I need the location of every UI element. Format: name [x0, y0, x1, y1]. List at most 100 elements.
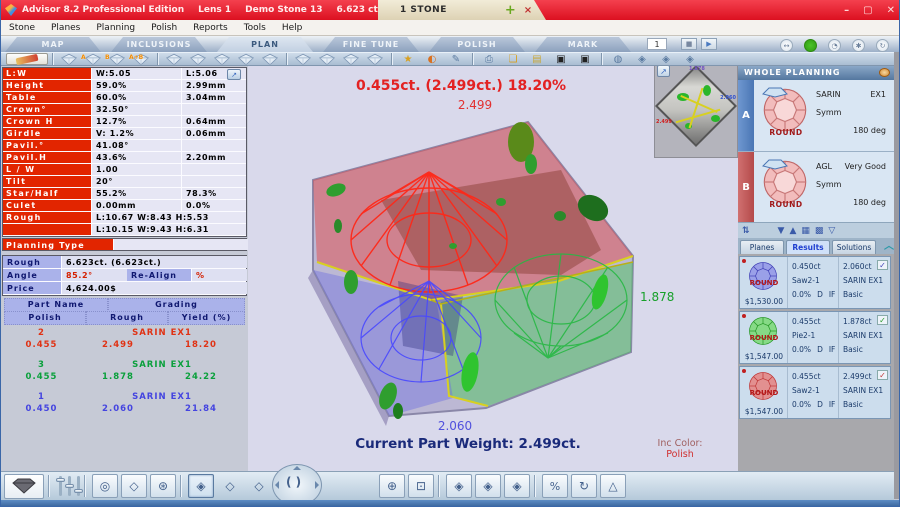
- approve-check-icon[interactable]: ✓: [877, 260, 888, 270]
- rotate-up-icon[interactable]: [293, 466, 301, 470]
- menu-item-planes[interactable]: Planes: [51, 23, 80, 33]
- filter-icon[interactable]: ▽: [828, 226, 835, 236]
- add-stone-icon[interactable]: +: [505, 3, 516, 18]
- print-icon[interactable]: ⎙: [477, 53, 501, 66]
- menu-item-tools[interactable]: Tools: [244, 23, 266, 33]
- plan-view-icon-8[interactable]: [234, 53, 258, 66]
- grading-row-a[interactable]: A ROUND SARIN EX1: [738, 80, 894, 151]
- plan-b-icon[interactable]: B: [105, 53, 129, 66]
- plan-view-icon-7[interactable]: [210, 53, 234, 66]
- tab-map[interactable]: MAP: [5, 37, 101, 52]
- girdle-view-button[interactable]: ◎: [92, 474, 118, 498]
- spin-icons[interactable]: ( ): [286, 475, 301, 489]
- measure-solution-icon[interactable]: ✎: [444, 53, 468, 66]
- plan-view-icon-5[interactable]: [162, 53, 186, 66]
- globe-icon[interactable]: ◍: [606, 53, 630, 66]
- compare-a-button[interactable]: ◈: [446, 474, 472, 498]
- tab-mark[interactable]: MARK: [535, 37, 631, 52]
- part-row[interactable]: 1SARIN EX10.4502.06021.84: [4, 392, 245, 414]
- collapse-panel-icon[interactable]: ︿: [884, 240, 894, 254]
- results-tab-solutions[interactable]: Solutions: [832, 240, 876, 254]
- side-view-button[interactable]: ◇: [217, 474, 243, 498]
- expand-table-button[interactable]: ↗: [227, 69, 241, 80]
- tab-fine-tune[interactable]: FINE TUNE: [323, 37, 419, 52]
- sort-icon[interactable]: ⇅: [742, 226, 750, 236]
- results-tab-results[interactable]: Results: [786, 240, 830, 254]
- close-stone-icon[interactable]: ×: [524, 5, 532, 16]
- display-sliders[interactable]: [59, 476, 80, 496]
- plan-view-icon-13[interactable]: [363, 53, 387, 66]
- rotate-button[interactable]: ↻: [876, 39, 889, 52]
- plan-view-icon-1[interactable]: [57, 53, 81, 66]
- compare-b-button[interactable]: ◈: [475, 474, 501, 498]
- view-a-icon[interactable]: ◈: [630, 53, 654, 66]
- collapse-all-icon[interactable]: ▼: [778, 226, 785, 236]
- menu-item-stone[interactable]: Stone: [9, 23, 35, 33]
- compare-c-button[interactable]: ◈: [504, 474, 530, 498]
- stop-button[interactable]: ■: [681, 38, 697, 50]
- plan-view-icon-6[interactable]: [186, 53, 210, 66]
- part-row[interactable]: 3SARIN EX10.4551.87824.22: [4, 360, 245, 382]
- plan-view-icon-12[interactable]: [339, 53, 363, 66]
- menu-item-help[interactable]: Help: [282, 23, 303, 33]
- panel-menu-icon[interactable]: [879, 68, 890, 77]
- price-tag-icon[interactable]: ❏: [501, 53, 525, 66]
- part-row[interactable]: 2SARIN EX10.4552.49918.20: [4, 328, 245, 350]
- solution-card[interactable]: ROUND$1,547.000.455ctSaw2-10.0%DIF2.499c…: [739, 366, 891, 419]
- stone-view-button[interactable]: [4, 474, 44, 499]
- small-grid-icon[interactable]: ▦: [801, 226, 810, 236]
- plan-counter[interactable]: 1: [647, 38, 667, 50]
- minimize-button[interactable]: –: [844, 5, 849, 16]
- tab-inclusions[interactable]: INCLUSIONS: [111, 37, 207, 52]
- menu-item-planning[interactable]: Planning: [96, 23, 135, 33]
- expand-all-icon[interactable]: ▲: [789, 226, 796, 236]
- star-solution-icon[interactable]: ★: [396, 53, 420, 66]
- stone-tab[interactable]: 1 STONE + ×: [378, 0, 546, 20]
- profile-view-button[interactable]: △: [600, 474, 626, 498]
- close-button[interactable]: ✕: [887, 5, 895, 16]
- saw-tool-button[interactable]: [6, 53, 48, 65]
- plan-view-icon-9[interactable]: [258, 53, 282, 66]
- solution-card[interactable]: ROUND$1,547.000.455ctPie2-10.0%DIF1.878c…: [739, 311, 891, 364]
- zoom-in-button[interactable]: ⊕: [379, 474, 405, 498]
- solution-card[interactable]: ROUND$1,530.000.450ctSaw2-10.0%DIF2.060c…: [739, 256, 891, 309]
- pavilion-view-button[interactable]: ⊛: [150, 474, 176, 498]
- recalculate-button[interactable]: ↻: [571, 474, 597, 498]
- large-grid-icon[interactable]: ▩: [815, 226, 824, 236]
- save-as-icon[interactable]: ▣: [573, 53, 597, 66]
- front-view-button[interactable]: ◈: [188, 474, 214, 498]
- grading-row-b[interactable]: B ROUND AGL Very Good: [738, 151, 894, 222]
- tab-plan[interactable]: PLAN: [217, 37, 313, 52]
- view-c-icon[interactable]: ◈: [678, 53, 702, 66]
- plan-view-icon-10[interactable]: [291, 53, 315, 66]
- plan-a-icon[interactable]: A: [81, 53, 105, 66]
- settings-button[interactable]: ✱: [852, 39, 865, 52]
- results-tab-planes[interactable]: Planes: [740, 240, 784, 254]
- rough-minimap[interactable]: ↗ 1.878 2.060 2.499: [654, 66, 738, 158]
- minimap-expand-button[interactable]: ↗: [657, 66, 670, 77]
- plan-view-icon-11[interactable]: [315, 53, 339, 66]
- 3d-viewport[interactable]: 0.455ct. (2.499ct.) 18.20% 2.499 1.878 2…: [248, 66, 738, 471]
- magnify-button[interactable]: ◔: [828, 39, 841, 52]
- crown-view-button[interactable]: ◇: [121, 474, 147, 498]
- realign-button[interactable]: Re-Align: [127, 269, 191, 281]
- maximize-button[interactable]: ▢: [863, 5, 872, 16]
- plan-a-plus-b-icon[interactable]: A+B: [129, 53, 153, 66]
- tab-polish[interactable]: POLISH: [429, 37, 525, 52]
- approve-check-icon[interactable]: ✓: [877, 370, 888, 380]
- percent-display-button[interactable]: %: [542, 474, 568, 498]
- save-icon[interactable]: ▣: [549, 53, 573, 66]
- menu-item-reports[interactable]: Reports: [193, 23, 228, 33]
- zoom-window-button[interactable]: ⊡: [408, 474, 434, 498]
- menu-item-polish[interactable]: Polish: [151, 23, 177, 33]
- pan-button[interactable]: ↔: [780, 39, 793, 52]
- open-folder-icon[interactable]: ▤: [525, 53, 549, 66]
- view-b-icon[interactable]: ◈: [654, 53, 678, 66]
- angle-value[interactable]: 85.2°: [61, 269, 127, 281]
- approve-check-icon[interactable]: ✓: [877, 315, 888, 325]
- rotate-right-icon[interactable]: [315, 481, 319, 489]
- percent-field[interactable]: %: [191, 269, 247, 281]
- best-solution-icon[interactable]: ◐: [420, 53, 444, 66]
- play-button[interactable]: ▶: [701, 38, 717, 50]
- rotate-left-icon[interactable]: [275, 481, 279, 489]
